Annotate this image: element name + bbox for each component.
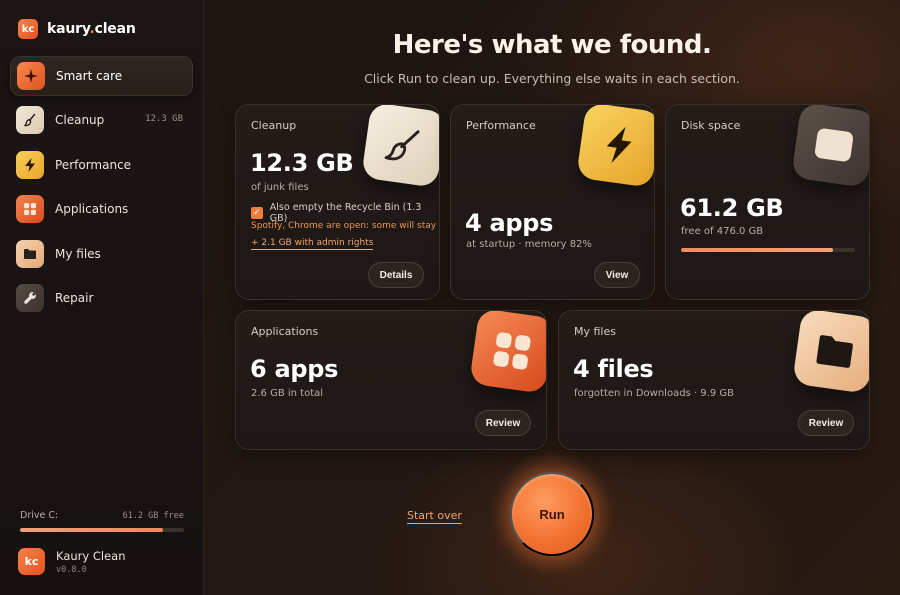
files-caption: forgotten in Downloads · 9.9 GB (574, 388, 734, 399)
sidebar-item-my-files[interactable]: My files (10, 234, 193, 274)
admin-rights-link[interactable]: + 2.1 GB with admin rights (251, 238, 374, 250)
drive-usage-bar (20, 528, 184, 532)
sidebar-nav: Smart care Cleanup 12.3 GB Performance A… (10, 56, 193, 322)
card-title: Disk space (681, 119, 741, 132)
cleanup-card: Cleanup 12.3 GB of junk files ✓ Also emp… (235, 104, 440, 300)
drive-status: Drive C: 61.2 GB free (20, 510, 184, 532)
bolt-icon (576, 105, 654, 188)
view-button[interactable]: View (594, 262, 640, 288)
details-button[interactable]: Details (368, 262, 424, 288)
page-title: Here's what we found. (392, 30, 712, 60)
about-app[interactable]: kc Kaury Clean v0.8.0 (18, 548, 126, 575)
performance-card: Performance 4 apps at startup · memory 8… (450, 104, 655, 300)
brush-icon (16, 106, 44, 135)
wrench-icon (16, 283, 44, 312)
run-button[interactable]: Run (510, 472, 594, 556)
drive-label: Drive C: (20, 510, 59, 521)
app-logo-icon: kc (18, 548, 45, 575)
files-count-value: 4 files (573, 355, 654, 383)
sidebar-item-repair[interactable]: Repair (10, 278, 193, 318)
folder-icon (792, 311, 869, 394)
recycle-bin-checkbox[interactable]: ✓ (251, 207, 263, 219)
sidebar-item-smart-care[interactable]: Smart care (10, 56, 193, 96)
sidebar: kc kaury.clean Smart care Cleanup 12.3 G… (0, 0, 204, 595)
sidebar-item-label: Cleanup (55, 113, 105, 128)
startup-apps-caption: at startup · memory 82% (466, 239, 592, 250)
folder-icon (16, 239, 44, 268)
applications-card: Applications 6 apps 2.6 GB in total Revi… (235, 310, 547, 450)
brand-name: kaury.clean (47, 21, 136, 37)
apps-size-caption: 2.6 GB in total (251, 388, 324, 399)
page-subtitle: Click Run to clean up. Everything else w… (364, 71, 740, 86)
disk-free-value: 61.2 GB (680, 194, 784, 222)
disk-usage-bar (681, 248, 855, 252)
card-title: Cleanup (251, 119, 297, 132)
brand-name-b: clean (94, 21, 136, 37)
sidebar-item-label: Repair (55, 290, 94, 305)
apps-grid-icon (16, 195, 44, 224)
drive-icon (791, 105, 869, 188)
sidebar-item-meta: 12.3 GB (145, 114, 183, 125)
review-apps-button[interactable]: Review (475, 410, 531, 436)
disk-space-card: Disk space 61.2 GB free of 476.0 GB (665, 104, 870, 300)
brush-icon (361, 105, 439, 188)
card-title: Applications (251, 325, 319, 338)
disk-free-caption: free of 476.0 GB (681, 226, 764, 237)
drive-usage-fill (20, 528, 163, 532)
sidebar-item-performance[interactable]: Performance (10, 145, 193, 185)
app-version: v0.8.0 (56, 564, 87, 575)
sidebar-item-applications[interactable]: Applications (10, 189, 193, 229)
app-name: Kaury Clean (56, 548, 126, 563)
open-apps-warning: Spotify, Chrome are open: some will stay (251, 221, 437, 231)
sidebar-item-label: My files (55, 246, 101, 261)
start-over-link[interactable]: Start over (407, 509, 462, 524)
junk-size-value: 12.3 GB (250, 149, 354, 177)
bolt-icon (16, 150, 44, 179)
brand-logo: kc (18, 19, 38, 39)
apps-count-value: 6 apps (250, 355, 339, 383)
junk-size-caption: of junk files (251, 182, 309, 193)
sidebar-item-label: Smart care (56, 69, 123, 83)
startup-apps-value: 4 apps (465, 209, 554, 237)
brand-name-a: kaury (47, 21, 90, 37)
sidebar-item-cleanup[interactable]: Cleanup 12.3 GB (10, 100, 193, 140)
apps-grid-icon (469, 311, 546, 394)
sidebar-item-label: Applications (55, 202, 129, 217)
my-files-card: My files 4 files forgotten in Downloads … (558, 310, 870, 450)
app-window: kc kaury.clean Smart care Cleanup 12.3 G… (0, 0, 900, 595)
disk-usage-fill (681, 248, 833, 252)
brand: kc kaury.clean (18, 19, 136, 39)
main-panel: Here's what we found. Click Run to clean… (204, 0, 900, 595)
sidebar-item-label: Performance (55, 157, 132, 172)
review-files-button[interactable]: Review (798, 410, 854, 436)
card-title: My files (574, 325, 616, 338)
drive-free-space: 61.2 GB free (122, 510, 184, 521)
card-title: Performance (466, 119, 536, 132)
sparkle-icon (17, 62, 45, 90)
